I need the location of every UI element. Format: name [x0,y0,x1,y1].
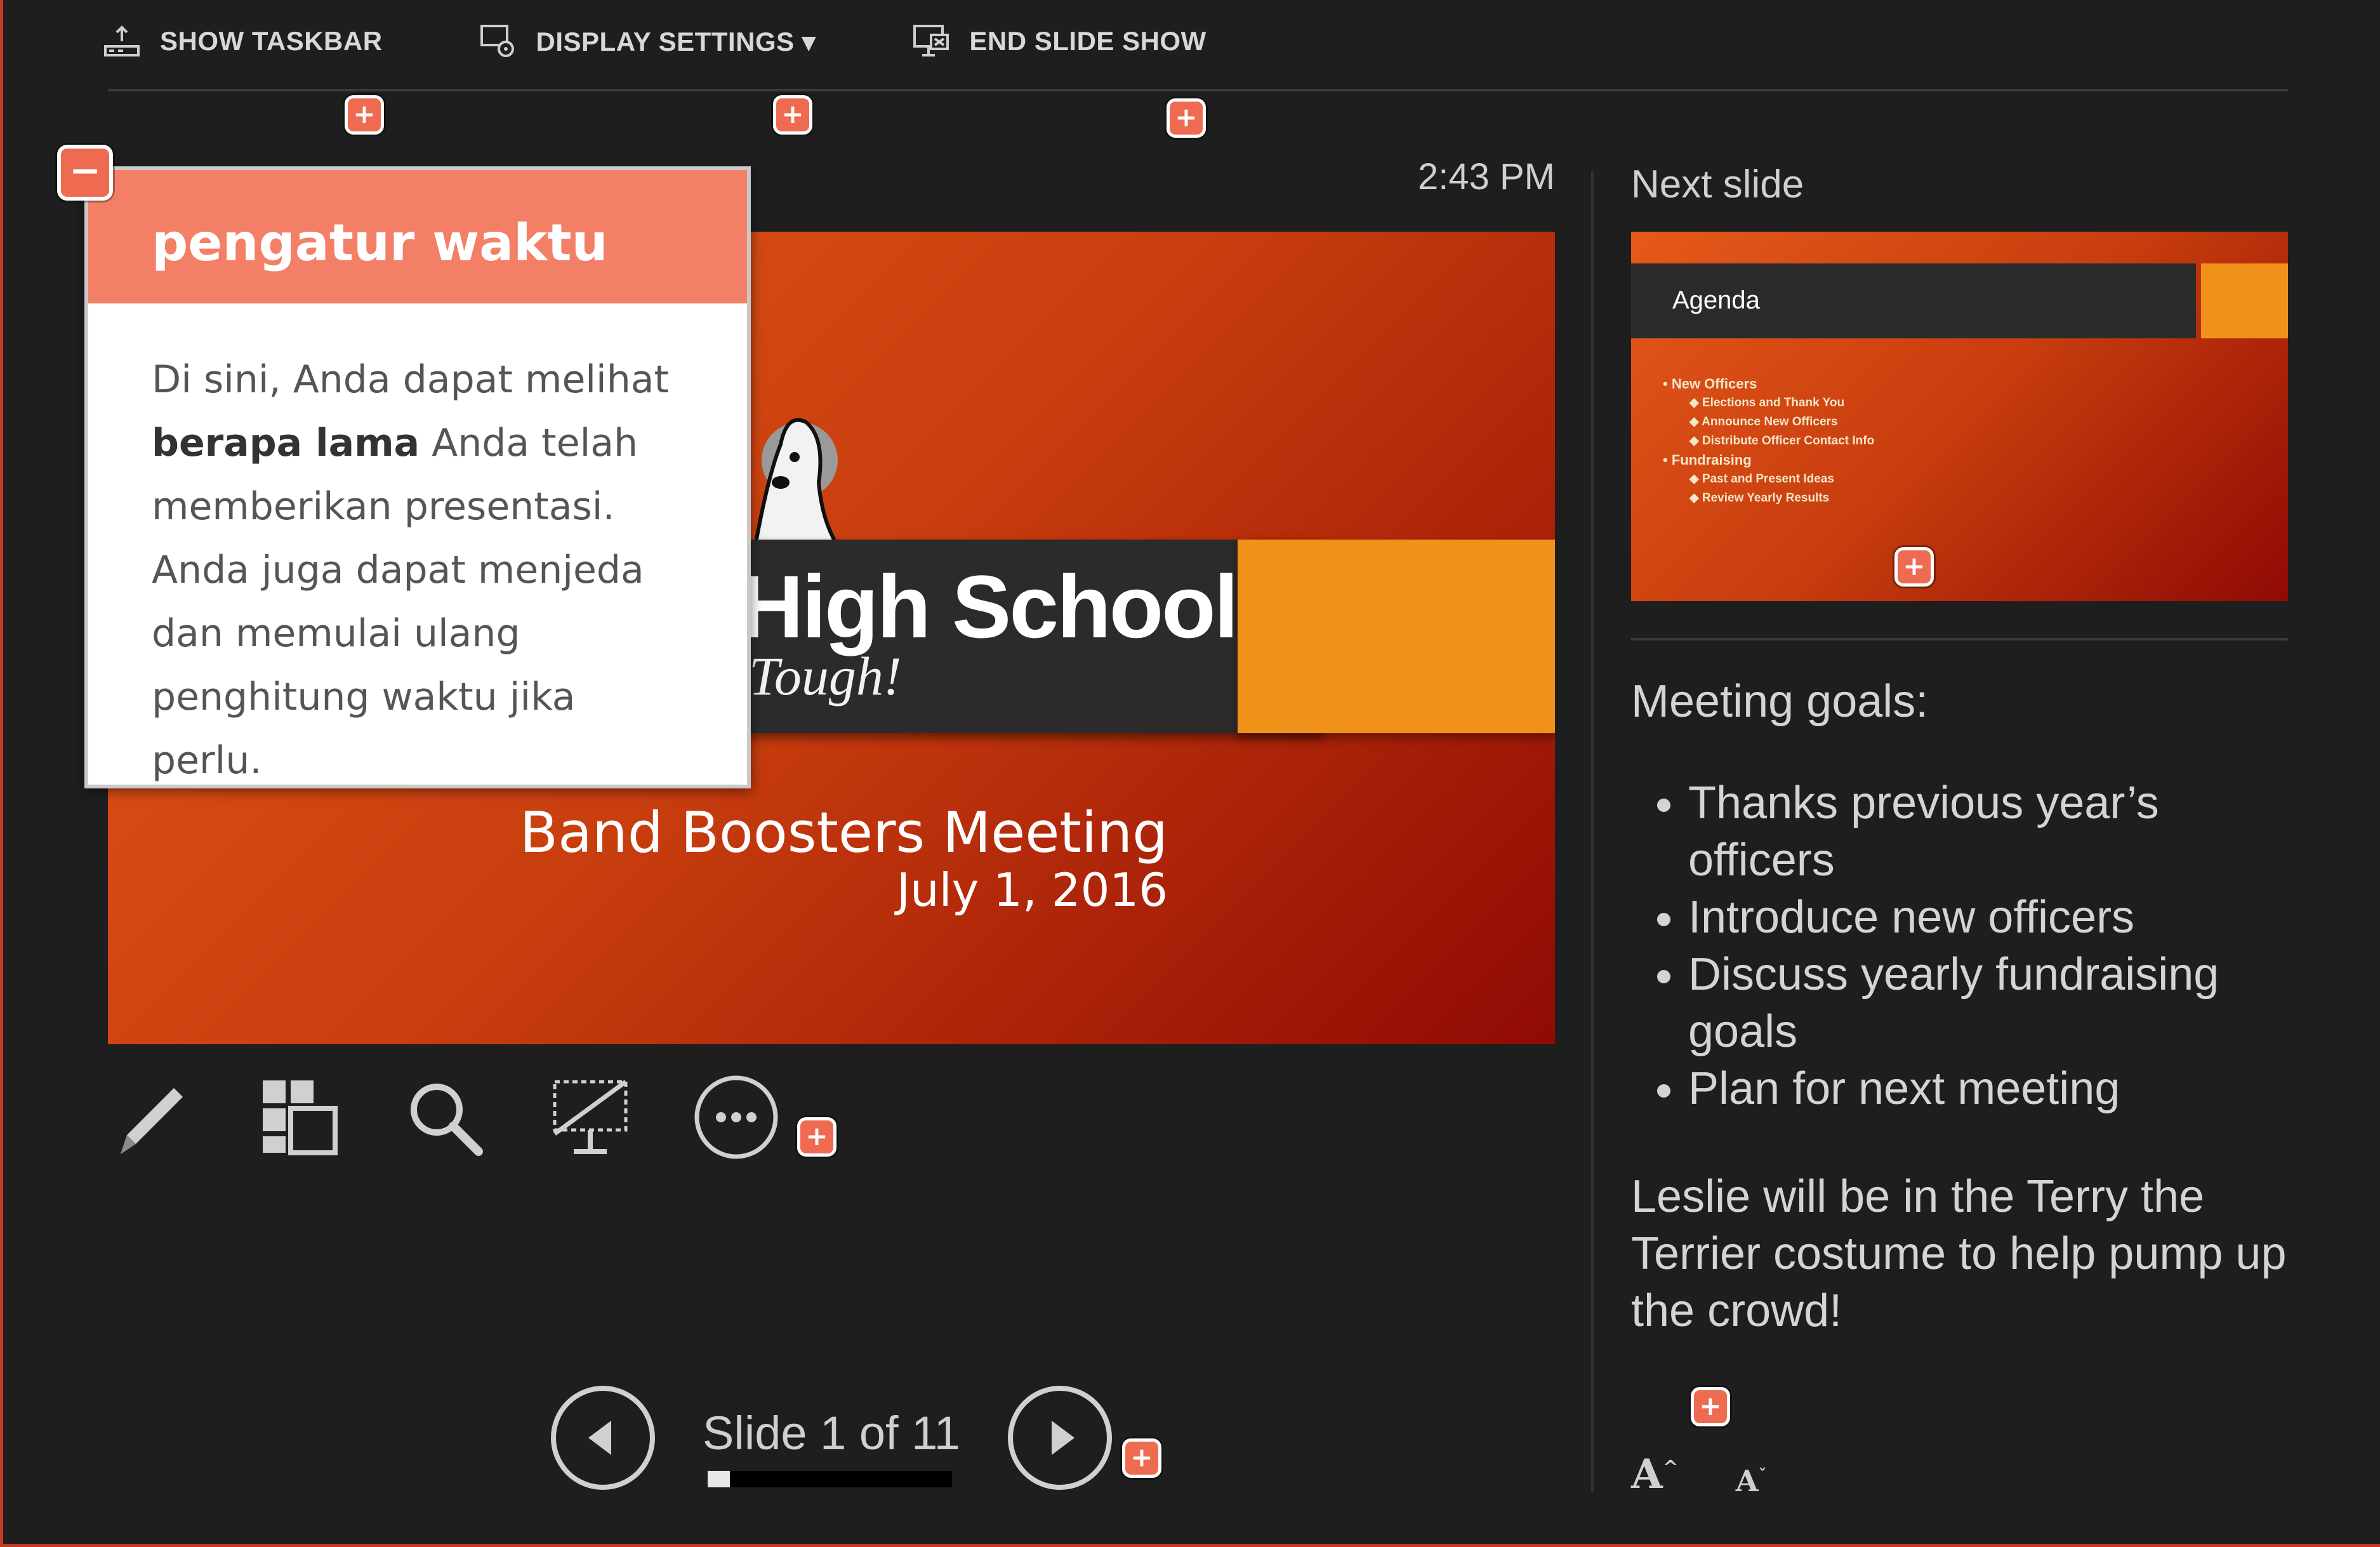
end-slide-show-label: END SLIDE SHOW [969,26,1207,56]
thumb-bullet: • Fundraising [1663,452,1752,468]
hotspot-show-taskbar[interactable]: + [345,95,384,135]
notes-item: Introduce new officers [1688,889,2288,946]
show-taskbar-button[interactable]: SHOW TASKBAR [102,21,383,62]
thumb-title: Agenda [1672,286,1760,314]
display-settings-label: DISPLAY SETTINGS ▾ [536,26,816,56]
display-settings-icon [480,25,514,57]
thumb-bullet: ◆ Elections and Thank You [1689,396,1845,409]
show-taskbar-label: SHOW TASKBAR [160,26,383,56]
taskbar-icon [104,25,140,56]
slide-progress-bar [708,1471,952,1487]
notes-item: Plan for next meeting [1688,1060,2288,1117]
decrease-font-label: A [1735,1464,1759,1498]
notes-item: Thanks previous year’s officers [1688,774,2288,889]
thumb-bullet: • New Officers [1663,376,1757,392]
hotspot-font-size[interactable]: + [1691,1387,1730,1426]
next-slide-label: Next slide [1631,163,1804,206]
clock: 2:43 PM [1418,156,1555,197]
thumb-bullets: • New Officers ◆ Elections and Thank You… [1663,375,1874,508]
black-screen-icon[interactable] [546,1073,635,1162]
decrease-font-icon[interactable]: Aˇ [1736,1464,1767,1498]
thumb-bullet: ◆ Past and Present Ideas [1689,472,1834,486]
hotspot-navigation[interactable]: + [1122,1438,1161,1478]
increase-font-label: A [1631,1451,1663,1498]
tooltip-collapse-button[interactable]: − [57,145,113,201]
pen-icon[interactable] [108,1073,197,1162]
notes-font-controls: A^ Aˇ [1631,1451,1767,1498]
notes-divider [1631,638,2288,641]
slide-progress-fill [708,1471,730,1487]
tooltip-text-start: Di sini, Anda dapat melihat [152,357,670,402]
more-options-icon[interactable] [692,1073,781,1162]
end-slide-show-icon [913,25,949,56]
school-name: High School [739,557,1239,656]
hotspot-next-slide[interactable]: + [1894,547,1934,587]
notes-list: Thanks previous year’s officers Introduc… [1631,774,2288,1117]
thumb-accent-block [2201,263,2288,338]
toolbar-divider [108,89,2288,91]
tooltip-body: Di sini, Anda dapat melihat berapa lama … [88,303,747,792]
pane-divider [1591,171,1594,1492]
notes-footer: Leslie will be in the Terry the Terrier … [1631,1171,2287,1336]
slide-tools [108,1073,781,1162]
tooltip-text-bold: berapa lama [152,421,420,465]
timer-tooltip: pengatur waktu Di sini, Anda dapat melih… [84,166,751,788]
meeting-title: Band Boosters Meeting [519,800,1168,865]
tooltip-title: pengatur waktu [88,170,747,303]
speaker-notes[interactable]: Meeting goals: Thanks previous year’s of… [1631,673,2288,1339]
notes-item: Discuss yearly fundraising goals [1688,946,2288,1060]
previous-slide-icon[interactable] [549,1384,657,1492]
zoom-icon[interactable] [400,1073,489,1162]
hotspot-end-slide-show[interactable]: + [1167,98,1206,138]
thumb-bullet: ◆ Review Yearly Results [1689,491,1830,505]
slide-tagline: Tough! [749,646,902,707]
next-slide-thumbnail[interactable]: Agenda • New Officers ◆ Elections and Th… [1631,232,2288,601]
terrier-mascot-icon [753,418,840,546]
next-slide-icon[interactable] [1006,1384,1114,1492]
slide-counter: Slide 1 of 11 [703,1406,960,1459]
thumb-bullet: ◆ Distribute Officer Contact Info [1689,434,1875,448]
meeting-date: July 1, 2016 [896,863,1168,917]
notes-heading: Meeting goals: [1631,676,1929,727]
thumb-bullet: ◆ Announce New Officers [1689,415,1838,428]
tooltip-text-end: Anda telah memberikan presentasi. Anda j… [152,421,644,783]
increase-font-icon[interactable]: A^ [1631,1451,1679,1498]
hotspot-more-options[interactable]: + [797,1117,836,1157]
display-settings-button[interactable]: DISPLAY SETTINGS ▾ [478,21,816,62]
hotspot-display-settings[interactable]: + [773,95,812,135]
accent-block [1238,540,1555,733]
presenter-toolbar: SHOW TASKBAR DISPLAY SETTINGS ▾ END SLID… [102,19,1302,63]
end-slide-show-button[interactable]: END SLIDE SHOW [911,21,1206,62]
see-all-slides-icon[interactable] [254,1073,343,1162]
